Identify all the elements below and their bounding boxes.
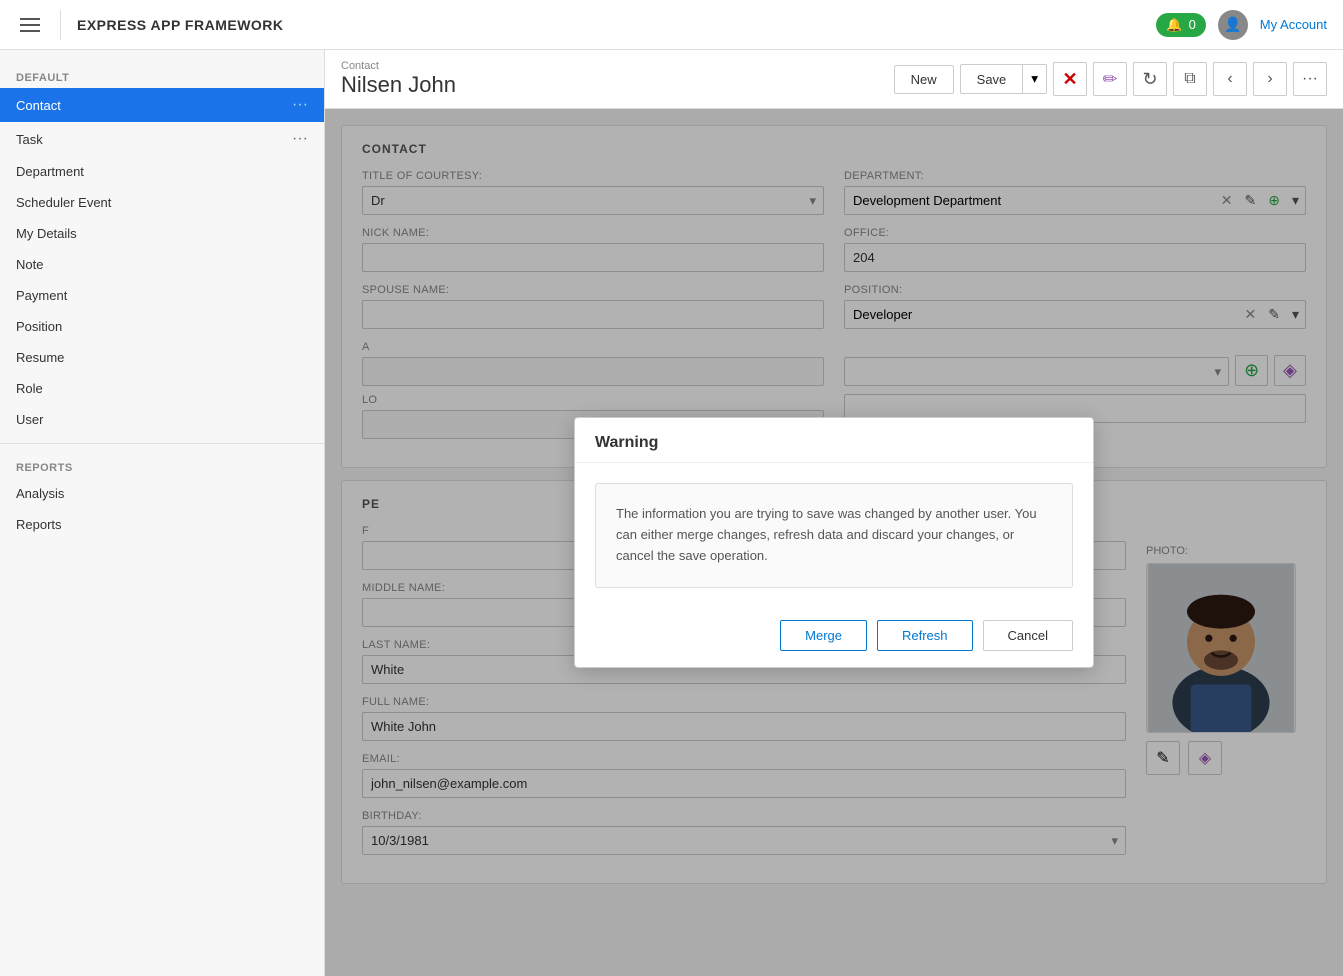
sidebar-item-contact[interactable]: Contact ··· — [0, 88, 324, 122]
sidebar-item-label: User — [16, 412, 308, 427]
user-avatar[interactable]: 👤 — [1218, 10, 1248, 40]
merge-button[interactable]: Merge — [780, 620, 867, 651]
sidebar-item-label: Department — [16, 164, 308, 179]
modal-body: The information you are trying to save w… — [575, 463, 1093, 607]
more-button[interactable]: ··· — [1293, 62, 1327, 96]
sidebar-item-payment[interactable]: Payment — [0, 280, 324, 311]
toolbar-title: Contact Nilsen John — [341, 60, 456, 98]
chevron-down-icon: ▾ — [1031, 71, 1038, 86]
sidebar-default-label: DEFAULT — [0, 62, 324, 88]
erase-icon: ✏ — [1102, 69, 1117, 90]
sidebar-item-label: My Details — [16, 226, 308, 241]
save-dropdown-button[interactable]: ▾ — [1022, 64, 1047, 94]
main-layout: DEFAULT Contact ··· Task ··· Department … — [0, 50, 1343, 976]
refresh-icon: ↻ — [1142, 69, 1157, 90]
warning-modal-overlay: Warning The information you are trying t… — [325, 109, 1343, 976]
modal-message: The information you are trying to save w… — [595, 483, 1073, 587]
sidebar-divider — [0, 443, 324, 444]
sidebar-item-department[interactable]: Department — [0, 156, 324, 187]
new-button[interactable]: New — [894, 65, 954, 94]
form-area: CONTACT TITLE OF COURTESY: Dr Mr Mrs Ms — [325, 109, 1343, 976]
my-account-link[interactable]: My Account — [1260, 17, 1327, 32]
top-nav: EXPRESS APP FRAMEWORK 🔔 0 👤 My Account — [0, 0, 1343, 50]
hamburger-icon[interactable] — [16, 14, 44, 36]
save-button-group: Save ▾ — [960, 64, 1047, 94]
sidebar-item-role[interactable]: Role — [0, 373, 324, 404]
save-button[interactable]: Save — [960, 64, 1023, 94]
sidebar-item-dots[interactable]: ··· — [292, 130, 308, 148]
sidebar-item-label: Analysis — [16, 486, 308, 501]
refresh-button-modal[interactable]: Refresh — [877, 620, 973, 651]
sidebar-item-scheduler-event[interactable]: Scheduler Event — [0, 187, 324, 218]
prev-button[interactable]: ‹ — [1213, 62, 1247, 96]
copy-button[interactable]: ⧉ — [1173, 62, 1207, 96]
notification-badge[interactable]: 🔔 0 — [1156, 13, 1205, 37]
copy-icon: ⧉ — [1184, 70, 1195, 88]
sidebar-item-user[interactable]: User — [0, 404, 324, 435]
sidebar-item-label: Note — [16, 257, 308, 272]
refresh-button[interactable]: ↻ — [1133, 62, 1167, 96]
app-title: EXPRESS APP FRAMEWORK — [77, 17, 1140, 33]
sidebar-item-label: Position — [16, 319, 308, 334]
sidebar-item-label: Resume — [16, 350, 308, 365]
sidebar-item-label: Task — [16, 132, 292, 147]
delete-button[interactable]: ✕ — [1053, 62, 1087, 96]
warning-modal: Warning The information you are trying t… — [574, 417, 1094, 667]
ellipsis-icon: ··· — [1302, 70, 1318, 88]
nav-right: 🔔 0 👤 My Account — [1156, 10, 1327, 40]
sidebar-item-resume[interactable]: Resume — [0, 342, 324, 373]
erase-button[interactable]: ✏ — [1093, 62, 1127, 96]
sidebar-item-dots[interactable]: ··· — [292, 96, 308, 114]
sidebar-item-label: Contact — [16, 98, 292, 113]
sidebar-item-label: Payment — [16, 288, 308, 303]
sidebar-item-analysis[interactable]: Analysis — [0, 478, 324, 509]
record-type-label: Contact — [341, 60, 456, 72]
sidebar-item-position[interactable]: Position — [0, 311, 324, 342]
record-name: Nilsen John — [341, 72, 456, 98]
sidebar-item-note[interactable]: Note — [0, 249, 324, 280]
sidebar-reports-label: REPORTS — [0, 452, 324, 478]
sidebar-item-label: Scheduler Event — [16, 195, 308, 210]
chevron-left-icon: ‹ — [1227, 70, 1232, 88]
cancel-button[interactable]: Cancel — [983, 620, 1073, 651]
modal-footer: Merge Refresh Cancel — [575, 608, 1093, 667]
delete-icon: ✕ — [1062, 69, 1077, 90]
bell-icon: 🔔 — [1166, 17, 1182, 33]
sidebar: DEFAULT Contact ··· Task ··· Department … — [0, 50, 325, 976]
sidebar-item-label: Reports — [16, 517, 308, 532]
nav-divider — [60, 10, 61, 40]
content-area: Contact Nilsen John New Save ▾ ✕ ✏ ↻ ⧉ — [325, 50, 1343, 976]
next-button[interactable]: › — [1253, 62, 1287, 96]
modal-header: Warning — [575, 418, 1093, 463]
sidebar-item-my-details[interactable]: My Details — [0, 218, 324, 249]
sidebar-item-task[interactable]: Task ··· — [0, 122, 324, 156]
sidebar-item-reports[interactable]: Reports — [0, 509, 324, 540]
toolbar: Contact Nilsen John New Save ▾ ✕ ✏ ↻ ⧉ — [325, 50, 1343, 109]
sidebar-item-label: Role — [16, 381, 308, 396]
notification-count: 0 — [1189, 17, 1196, 32]
chevron-right-icon: › — [1267, 70, 1272, 88]
